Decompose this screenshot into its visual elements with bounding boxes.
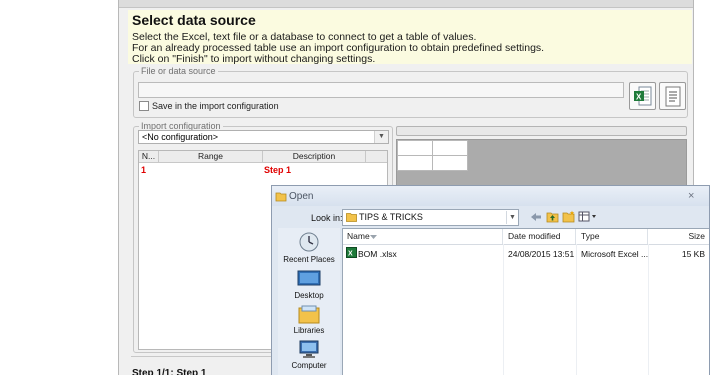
- column-header-size[interactable]: Size: [649, 229, 709, 244]
- file-date: 24/08/2015 13:51: [508, 249, 575, 259]
- libraries-icon: [298, 305, 320, 324]
- preview-cell: [432, 155, 468, 171]
- close-icon[interactable]: ×: [688, 190, 694, 202]
- back-arrow-icon[interactable]: [530, 212, 542, 222]
- look-in-value: TIPS & TRICKS: [359, 212, 423, 222]
- place-label: Computer: [291, 361, 327, 370]
- view-menu-icon[interactable]: [578, 211, 598, 223]
- column-header-description[interactable]: Description: [263, 151, 366, 163]
- column-header-date[interactable]: Date modified: [504, 229, 576, 244]
- header-divider: [343, 244, 709, 245]
- page-title: Select data source: [132, 12, 256, 28]
- column-header-n[interactable]: N...: [139, 151, 159, 163]
- file-type: Microsoft Excel ...: [581, 249, 649, 259]
- file-name: BOM .xlsx: [358, 249, 397, 259]
- new-folder-icon[interactable]: [562, 210, 575, 223]
- file-source-input[interactable]: [138, 82, 624, 98]
- dialog-title: Open: [289, 191, 314, 202]
- up-folder-icon[interactable]: [546, 210, 559, 223]
- column-divider: [503, 244, 504, 375]
- svg-text:X: X: [348, 251, 353, 258]
- column-header-name[interactable]: Name: [343, 229, 503, 244]
- file-source-legend: File or data source: [141, 66, 216, 76]
- step-row-description[interactable]: Step 1: [264, 165, 291, 175]
- config-select[interactable]: <No configuration>: [138, 130, 389, 144]
- recent-places-icon: [299, 232, 319, 252]
- place-label: Recent Places: [283, 255, 335, 264]
- open-excel-button[interactable]: X: [629, 82, 656, 110]
- preview-toolbar: [396, 126, 687, 136]
- dialog-titlebar[interactable]: [272, 186, 709, 206]
- preview-cell: [397, 140, 433, 156]
- desktop-icon: [297, 270, 321, 286]
- document-icon: [665, 86, 681, 107]
- column-header-filler: [366, 151, 387, 163]
- open-file-dialog: Open × Look in: TIPS & TRICKS ▼ Recent P…: [271, 185, 710, 375]
- save-config-label: Save in the import configuration: [152, 101, 279, 111]
- place-label: Libraries: [293, 326, 325, 335]
- column-divider: [648, 244, 649, 375]
- column-divider: [576, 244, 577, 375]
- sort-chevron-icon: [370, 235, 377, 239]
- look-in-label: Look in:: [311, 213, 343, 223]
- column-header-range[interactable]: Range: [159, 151, 263, 163]
- chevron-down-icon[interactable]: ▼: [506, 211, 518, 224]
- place-label: Desktop: [294, 291, 324, 300]
- step-row-number[interactable]: 1: [141, 165, 146, 175]
- open-text-file-button[interactable]: [659, 82, 686, 110]
- file-size: 15 KB: [681, 249, 705, 259]
- chevron-down-icon[interactable]: ▼: [374, 131, 388, 143]
- excel-file-icon: X: [634, 86, 652, 106]
- computer-icon: [299, 340, 319, 358]
- window-top-strip: [119, 0, 693, 8]
- svg-text:X: X: [636, 93, 642, 102]
- excel-file-icon: X: [346, 247, 357, 258]
- folder-icon: [275, 192, 287, 202]
- preview-cell: [397, 155, 433, 171]
- column-header-type[interactable]: Type: [577, 229, 648, 244]
- preview-cell: [432, 140, 468, 156]
- folder-icon: [346, 213, 357, 222]
- instruction-line-3: Click on "Finish" to import without chan…: [132, 53, 376, 65]
- save-config-checkbox[interactable]: [139, 101, 149, 111]
